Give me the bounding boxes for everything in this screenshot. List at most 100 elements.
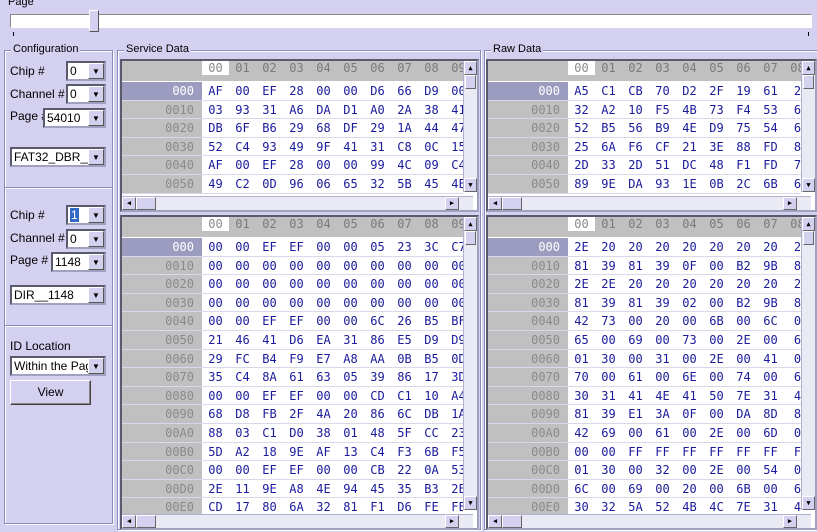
hex-byte-cell[interactable]: 00 <box>202 275 229 294</box>
hex-byte-cell[interactable]: 1E <box>676 175 703 194</box>
hex-byte-cell[interactable]: 03 <box>229 424 256 443</box>
hex-byte-cell[interactable]: 0B <box>703 175 730 194</box>
hex-byte-cell[interactable]: 80 <box>256 498 283 514</box>
hex-byte-cell[interactable]: 20 <box>757 275 784 294</box>
hex-row[interactable]: 0080 30 31 41 4E 41 50 7E 31 4 <box>488 386 801 406</box>
hex-byte-cell[interactable]: DF <box>337 119 364 138</box>
hex-byte-cell[interactable]: C4 <box>364 443 391 462</box>
hex-byte-cell[interactable]: 00 <box>364 294 391 313</box>
hex-byte-cell[interactable]: CB <box>622 82 649 101</box>
hex-byte-cell[interactable]: 41 <box>757 350 784 369</box>
hex-row[interactable]: 00B0 00 00 FF FF FF FF FF FF F <box>488 442 801 462</box>
hex-byte-cell[interactable]: B5 <box>418 312 445 331</box>
hex-byte-cell[interactable]: 09 <box>418 156 445 175</box>
hex-byte-cell[interactable]: 5F <box>391 424 418 443</box>
hex-byte-cell[interactable]: FE <box>418 498 445 514</box>
hex-byte-cell[interactable]: EF <box>283 461 310 480</box>
hex-byte-cell[interactable]: 2C <box>730 175 757 194</box>
chevron-down-icon[interactable]: ▼ <box>88 231 104 247</box>
hex-byte-cell[interactable]: 4C <box>703 498 730 514</box>
scroll-left-arrow-icon[interactable]: ◀ <box>488 515 502 528</box>
hex-byte-cell[interactable]: 23 <box>391 238 418 257</box>
hex-byte-cell[interactable]: 00 <box>337 461 364 480</box>
scroll-thumb[interactable] <box>803 231 814 245</box>
hex-row[interactable]: 006029FCB4F9E7A8AA0BB50D <box>122 349 463 369</box>
hex-byte-cell[interactable]: 66 <box>391 82 418 101</box>
hex-byte-cell[interactable]: 61 <box>283 368 310 387</box>
hex-byte-cell[interactable]: 2E <box>568 238 595 257</box>
hex-byte-cell[interactable]: 93 <box>256 138 283 157</box>
hex-byte-cell[interactable]: 00 <box>310 257 337 276</box>
hex-byte-cell[interactable]: E7 <box>310 350 337 369</box>
hex-byte-cell[interactable]: 44 <box>418 119 445 138</box>
hex-byte-cell[interactable]: 8 <box>784 138 801 157</box>
hex-byte-cell[interactable]: 0 <box>784 350 801 369</box>
type-select[interactable]: FAT32_DBR__ ▼ <box>10 147 106 167</box>
hex-byte-cell[interactable]: 6A <box>283 498 310 514</box>
hex-byte-cell[interactable]: DA <box>622 175 649 194</box>
chip-select-2[interactable]: 1 ▼ <box>66 205 106 225</box>
hex-byte-cell[interactable]: 00 <box>703 368 730 387</box>
scroll-down-arrow-icon[interactable]: ▼ <box>802 496 815 510</box>
hex-byte-cell[interactable]: 4E <box>445 175 463 194</box>
hex-byte-cell[interactable]: 01 <box>568 350 595 369</box>
hex-byte-cell[interactable]: 35 <box>202 368 229 387</box>
hex-byte-cell[interactable]: 2E <box>202 480 229 499</box>
hex-byte-cell[interactable]: 4E <box>649 387 676 406</box>
hex-byte-cell[interactable]: AA <box>364 350 391 369</box>
hex-byte-cell[interactable]: 00 <box>310 294 337 313</box>
hex-row[interactable]: 0020DB6FB62968DF291A4447 <box>122 119 463 138</box>
hex-byte-cell[interactable]: 5A <box>622 498 649 514</box>
hex-row[interactable]: 007035C48A6163053986173D <box>122 368 463 387</box>
hex-byte-cell[interactable]: 51 <box>649 156 676 175</box>
hex-byte-cell[interactable]: 2 <box>784 275 801 294</box>
hex-byte-cell[interactable]: FF <box>649 443 676 462</box>
hex-byte-cell[interactable]: 00 <box>202 387 229 406</box>
horizontal-scrollbar[interactable]: ◀ ▶ <box>122 514 473 528</box>
hex-byte-cell[interactable]: 9B <box>757 257 784 276</box>
hex-byte-cell[interactable]: D8 <box>229 405 256 424</box>
hex-byte-cell[interactable]: 65 <box>337 175 364 194</box>
chevron-down-icon[interactable]: ▼ <box>88 149 104 165</box>
hex-byte-cell[interactable]: 38 <box>310 424 337 443</box>
scroll-thumb[interactable] <box>136 515 156 528</box>
hex-byte-cell[interactable]: CD <box>202 498 229 514</box>
scroll-right-arrow-icon[interactable]: ▶ <box>445 197 459 210</box>
hex-byte-cell[interactable]: B2 <box>730 294 757 313</box>
hex-byte-cell[interactable]: 00 <box>202 294 229 313</box>
chevron-down-icon[interactable]: ▼ <box>88 254 104 270</box>
hex-row[interactable]: 00E0 30 32 5A 52 4B 4C 7E 31 4 <box>488 498 801 514</box>
hex-byte-cell[interactable]: 7E <box>730 498 757 514</box>
scroll-left-arrow-icon[interactable]: ◀ <box>488 197 502 210</box>
hex-byte-cell[interactable]: 2E <box>595 275 622 294</box>
hex-byte-cell[interactable]: BF <box>445 312 463 331</box>
hex-row[interactable]: 001000000000000000000000 <box>122 256 463 276</box>
hex-byte-cell[interactable]: 74 <box>730 368 757 387</box>
hex-byte-cell[interactable]: B9 <box>649 119 676 138</box>
hex-byte-cell[interactable]: 89 <box>568 175 595 194</box>
hex-byte-cell[interactable]: 30 <box>595 350 622 369</box>
hex-byte-cell[interactable]: 00 <box>445 257 463 276</box>
hex-byte-cell[interactable]: C8 <box>391 138 418 157</box>
hex-byte-cell[interactable]: 6 <box>784 331 801 350</box>
hex-byte-cell[interactable]: 00 <box>676 424 703 443</box>
hex-byte-cell[interactable]: D6 <box>364 82 391 101</box>
page-select[interactable]: 54010 ▼ <box>43 108 106 128</box>
hex-byte-cell[interactable]: 31 <box>337 331 364 350</box>
hex-byte-cell[interactable]: 41 <box>256 331 283 350</box>
hex-byte-cell[interactable]: 00 <box>337 82 364 101</box>
hex-byte-cell[interactable]: 32 <box>310 498 337 514</box>
hex-byte-cell[interactable]: 00 <box>229 275 256 294</box>
hex-byte-cell[interactable]: 6B <box>730 480 757 499</box>
hex-byte-cell[interactable]: 39 <box>595 405 622 424</box>
hex-byte-cell[interactable]: 20 <box>730 275 757 294</box>
hex-byte-cell[interactable]: 3D <box>445 368 463 387</box>
hex-byte-cell[interactable]: 00 <box>391 257 418 276</box>
hex-byte-cell[interactable]: 69 <box>622 331 649 350</box>
hex-byte-cell[interactable]: FF <box>622 443 649 462</box>
hex-byte-cell[interactable]: F5 <box>445 443 463 462</box>
hex-byte-cell[interactable]: 0 <box>784 312 801 331</box>
hex-byte-cell[interactable]: 31 <box>256 101 283 120</box>
hex-byte-cell[interactable]: 00 <box>622 424 649 443</box>
chevron-down-icon[interactable]: ▼ <box>88 86 104 102</box>
